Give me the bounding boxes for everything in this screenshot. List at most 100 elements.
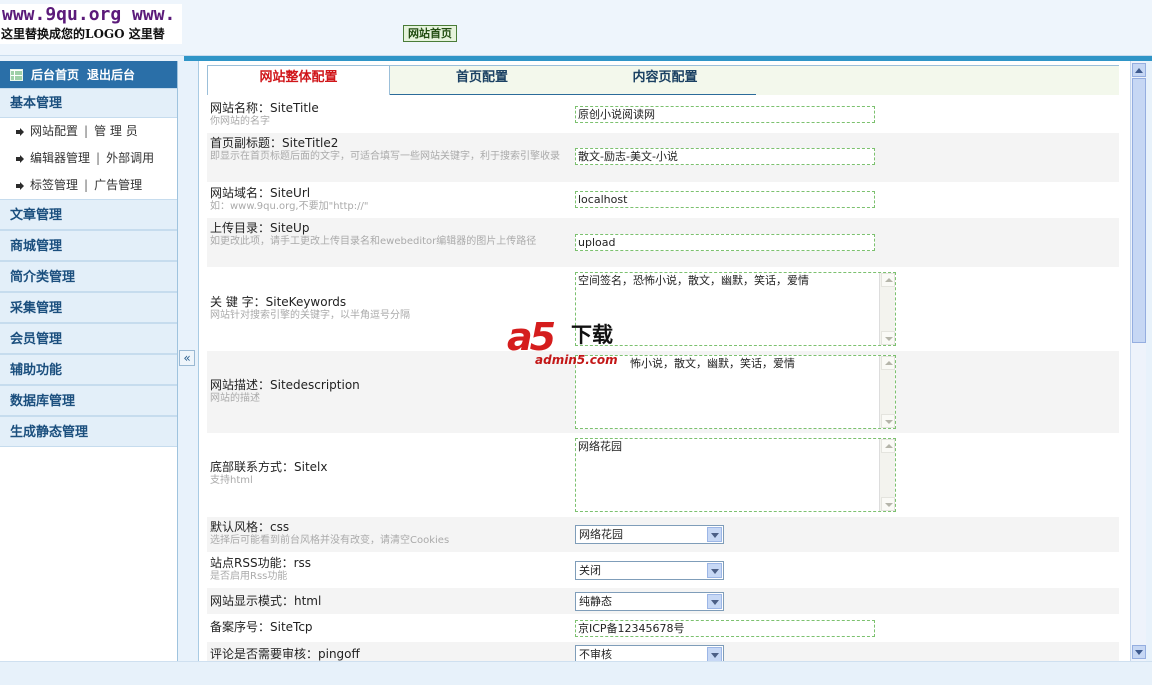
scroll-down-icon[interactable] (1132, 645, 1146, 659)
scroll-up-icon[interactable] (881, 439, 895, 453)
editor-manage-link[interactable]: 编辑器管理 (30, 145, 90, 172)
display-mode-select[interactable]: 纯静态 (575, 592, 724, 611)
style-select[interactable]: 网络花园 (575, 525, 724, 544)
textarea-scrollbar[interactable] (879, 356, 895, 428)
site-subtitle-input[interactable]: 散文-励志-美文-小说 (575, 148, 875, 165)
chevron-down-icon[interactable] (707, 527, 722, 542)
tab-site-config[interactable]: 网站整体配置 (208, 66, 390, 95)
sidebar-category-shop[interactable]: 商城管理 (0, 230, 177, 261)
scroll-down-icon[interactable] (881, 414, 895, 428)
sidebar-category-intro[interactable]: 简介类管理 (0, 261, 177, 292)
sidebar-subitem-row: 标签管理 | 广告管理 (0, 172, 177, 199)
form-row: 上传目录：SiteUp 如更改此项，请手工更改上传目录名和ewebeditor编… (207, 218, 1119, 268)
upload-dir-input[interactable]: upload (575, 234, 875, 251)
display-mode-value: 纯静态 (579, 595, 612, 608)
sidebar-category-tools[interactable]: 辅助功能 (0, 354, 177, 385)
form-row: 网站域名：SiteUrl 如：www.9qu.org,不要加"http://" … (207, 183, 1119, 218)
site-url-input[interactable]: localhost (575, 191, 875, 208)
separator: | (84, 124, 89, 138)
field-label: 网站名称：SiteTitle (210, 101, 319, 115)
icp-input[interactable]: 京ICP备12345678号 (575, 620, 875, 637)
chevron-down-icon[interactable] (707, 563, 722, 578)
scroll-down-icon[interactable] (881, 331, 895, 345)
bottom-bar (0, 661, 1152, 685)
sidebar-category-articles[interactable]: 文章管理 (0, 199, 177, 230)
contact-textarea[interactable]: 网络花园 (575, 438, 896, 512)
separator: | (96, 151, 101, 165)
field-label: 网站描述：Sitedescription (210, 378, 360, 392)
form-row: 站点RSS功能：rss 是否启用Rss功能 关闭 (207, 553, 1119, 588)
sidebar-subitem-row: 编辑器管理 | 外部调用 (0, 145, 177, 172)
row-label: 站点RSS功能：rss 是否启用Rss功能 (210, 556, 568, 583)
scroll-down-icon[interactable] (881, 497, 895, 511)
form-row: 默认风格：css 选择后可能看到前台风格并没有改变，请清空Cookies 网络花… (207, 517, 1119, 553)
field-label: 网站显示模式：html (210, 594, 322, 608)
site-config-link[interactable]: 网站配置 (30, 118, 78, 145)
sidebar-subitem-row: 网站配置 | 管 理 员 (0, 118, 177, 145)
chevron-down-icon[interactable] (707, 647, 722, 661)
main-scrollbar[interactable] (1130, 61, 1146, 661)
field-label: 上传目录：SiteUp (210, 221, 310, 235)
comment-review-select[interactable]: 不审核 (575, 645, 724, 661)
admin-home-link[interactable]: 后台首页 (31, 66, 79, 83)
field-label: 关 键 字：SiteKeywords (210, 295, 347, 309)
row-label: 网站域名：SiteUrl 如：www.9qu.org,不要加"http://" (210, 186, 568, 213)
ad-manage-link[interactable]: 广告管理 (94, 172, 142, 199)
scroll-up-icon[interactable] (881, 273, 895, 287)
scroll-up-icon[interactable] (1132, 63, 1146, 77)
field-label: 首页副标题：SiteTitle2 (210, 136, 339, 150)
config-form: 网站名称：SiteTitle 你网站的名字 原创小说阅读网 首页副标题：Site… (207, 98, 1119, 661)
arrow-right-icon (16, 154, 24, 163)
form-row: 首页副标题：SiteTitle2 即显示在首页标题后面的文字，可适合填写一些网站… (207, 133, 1119, 183)
textarea-scrollbar[interactable] (879, 439, 895, 511)
field-label: 网站域名：SiteUrl (210, 186, 311, 200)
contact-value: 网络花园 (578, 440, 622, 453)
field-description: 选择后可能看到前台风格并没有改变，请清空Cookies (210, 535, 450, 546)
watermark-label: 下载 (571, 323, 613, 347)
logout-link[interactable]: 退出后台 (87, 66, 135, 83)
arrow-right-icon (16, 127, 24, 136)
comment-review-value: 不审核 (579, 648, 612, 661)
sidebar: 后台首页 退出后台 基本管理 网站配置 | 管 理 员 编辑器管理 | 外部调用… (0, 61, 178, 661)
site-title-input[interactable]: 原创小说阅读网 (575, 106, 875, 123)
rss-select-value: 关闭 (579, 564, 601, 577)
tag-manage-link[interactable]: 标签管理 (30, 172, 78, 199)
external-call-link[interactable]: 外部调用 (106, 145, 154, 172)
field-description: 网站的描述 (210, 393, 260, 404)
sidebar-category-basic[interactable]: 基本管理 (0, 88, 177, 118)
site-home-button[interactable]: 网站首页 (403, 25, 457, 42)
row-label: 网站描述：Sitedescription 网站的描述 (210, 378, 568, 405)
form-row: 网站名称：SiteTitle 你网站的名字 原创小说阅读网 (207, 98, 1119, 133)
grid-icon (10, 68, 23, 81)
sidebar-category-collect[interactable]: 采集管理 (0, 292, 177, 323)
logo-site-text: www.9qu.org www. (2, 4, 176, 25)
row-label: 备案序号：SiteTcp (210, 620, 568, 634)
field-label: 评论是否需要审核：pingoff (210, 647, 360, 661)
textarea-scrollbar[interactable] (879, 273, 895, 345)
rss-select[interactable]: 关闭 (575, 561, 724, 580)
form-row: 网站描述：Sitedescription 网站的描述 怖小说，散文，幽默，笑话，… (207, 351, 1119, 434)
tab-content-config[interactable]: 内容页配置 (574, 66, 756, 95)
sidebar-category-members[interactable]: 会员管理 (0, 323, 177, 354)
form-row: 评论是否需要审核：pingoff 不审核 (207, 642, 1119, 661)
form-row: 网站显示模式：html 纯静态 (207, 588, 1119, 615)
a5-watermark-logo: a5 下载 admin5.com (507, 315, 652, 371)
chevron-down-icon[interactable] (707, 594, 722, 609)
tab-home-config[interactable]: 首页配置 (390, 66, 574, 95)
row-label: 上传目录：SiteUp 如更改此项，请手工更改上传目录名和ewebeditor编… (210, 221, 568, 248)
row-label: 评论是否需要审核：pingoff (210, 647, 568, 661)
sidebar-category-static[interactable]: 生成静态管理 (0, 416, 177, 447)
sidebar-category-database[interactable]: 数据库管理 (0, 385, 177, 416)
scroll-thumb[interactable] (1132, 78, 1146, 343)
logo-hint-text: 这里替换成您的LOGO 这里替 (1, 27, 165, 41)
admin-users-link[interactable]: 管 理 员 (94, 118, 138, 145)
row-label: 底部联系方式：Sitelx 支持html (210, 460, 568, 487)
field-label: 站点RSS功能：rss (210, 556, 312, 570)
scroll-up-icon[interactable] (881, 356, 895, 370)
field-label: 底部联系方式：Sitelx (210, 460, 328, 474)
field-description: 如：www.9qu.org,不要加"http://" (210, 201, 369, 212)
form-row: 备案序号：SiteTcp 京ICP备12345678号 (207, 615, 1119, 642)
collapse-sidebar-button[interactable]: « (179, 350, 195, 366)
row-label: 网站显示模式：html (210, 594, 568, 608)
row-label: 首页副标题：SiteTitle2 即显示在首页标题后面的文字，可适合填写一些网站… (210, 136, 568, 163)
